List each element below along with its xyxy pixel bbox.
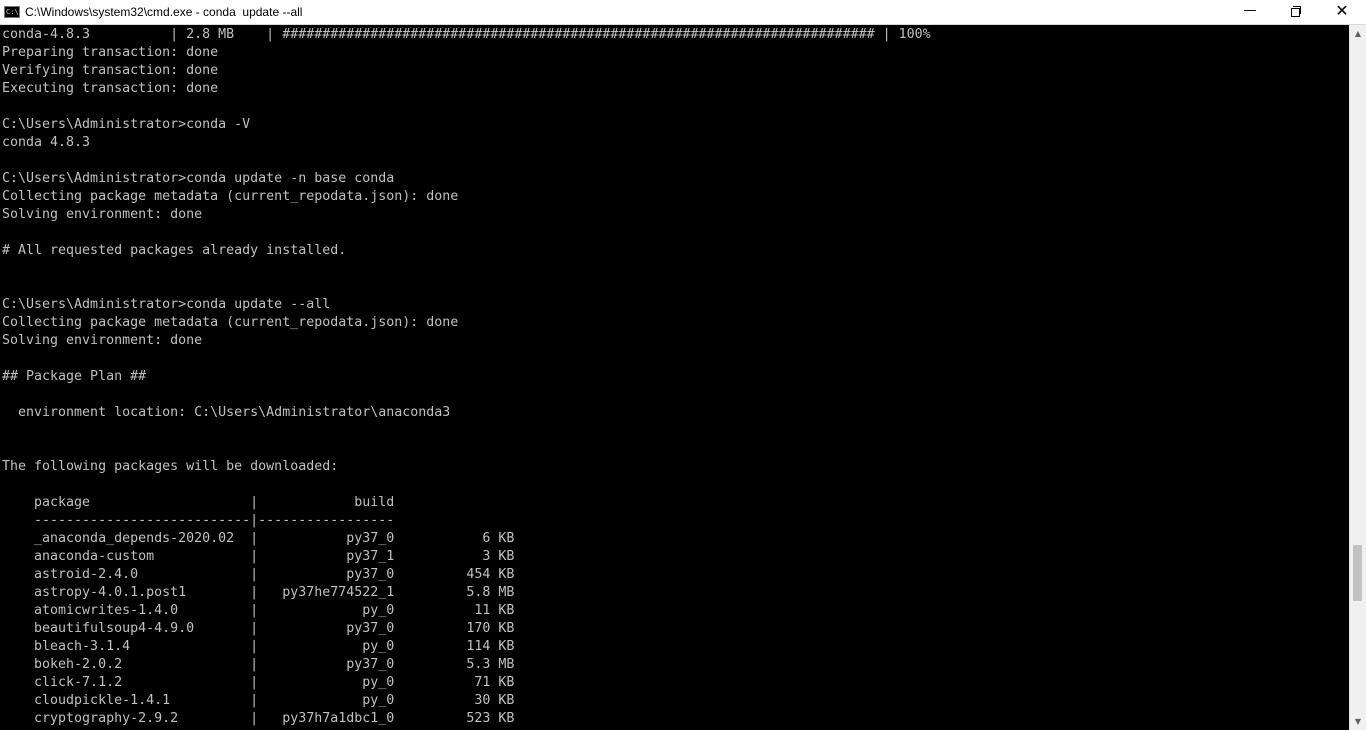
console-line: click-7.1.2 | py_0 71 KB <box>2 675 515 690</box>
console-line: _anaconda_depends-2020.02 | py37_0 6 KB <box>2 531 515 546</box>
scroll-up-icon[interactable]: ▲ <box>1350 25 1366 42</box>
console-line: bokeh-2.0.2 | py37_0 5.3 MB <box>2 657 515 672</box>
console-line: beautifulsoup4-4.9.0 | py37_0 170 KB <box>2 621 515 636</box>
minimize-button[interactable]: — <box>1227 0 1273 24</box>
console-line: C:\Users\Administrator>conda -V <box>2 117 251 132</box>
console-line: anaconda-custom | py37_1 3 KB <box>2 549 515 564</box>
console-line: C:\Users\Administrator>conda update -n b… <box>2 171 395 186</box>
console-line: Preparing transaction: done <box>2 45 219 60</box>
console-line: Solving environment: done <box>2 207 203 222</box>
console-line: Collecting package metadata (current_rep… <box>2 315 459 330</box>
console-line: conda 4.8.3 <box>2 135 91 150</box>
console-line: environment location: C:\Users\Administr… <box>2 405 451 420</box>
console-line: The following packages will be downloade… <box>2 459 339 474</box>
window-title: C:\Windows\system32\cmd.exe - conda upda… <box>25 5 303 19</box>
console-line: conda-4.8.3 | 2.8 MB | #################… <box>2 27 931 42</box>
console-line: # All requested packages already install… <box>2 243 347 258</box>
close-button[interactable]: ✕ <box>1319 0 1365 24</box>
console-line: ---------------------------|------------… <box>2 513 395 528</box>
scroll-thumb[interactable] <box>1353 545 1362 601</box>
console-text: conda-4.8.3 | 2.8 MB | #################… <box>2 25 1348 728</box>
console-line: Verifying transaction: done <box>2 63 219 78</box>
console-line: astroid-2.4.0 | py37_0 454 KB <box>2 567 515 582</box>
title-bar[interactable]: C:\ C:\Windows\system32\cmd.exe - conda … <box>0 0 1366 25</box>
console-line: cryptography-2.9.2 | py37h7a1dbc1_0 523 … <box>2 711 515 726</box>
console-line: Solving environment: done <box>2 333 203 348</box>
console-window: C:\ C:\Windows\system32\cmd.exe - conda … <box>0 0 1366 730</box>
console-line: Executing transaction: done <box>2 81 219 96</box>
console-line: package | build <box>2 495 395 510</box>
cmd-icon: C:\ <box>4 6 20 18</box>
console-line: astropy-4.0.1.post1 | py37he774522_1 5.8… <box>2 585 515 600</box>
console-line: ## Package Plan ## <box>2 369 147 384</box>
close-icon: ✕ <box>1335 1 1349 20</box>
vertical-scrollbar[interactable]: ▲ ▼ <box>1349 25 1366 730</box>
console-line: C:\Users\Administrator>conda update --al… <box>2 297 331 312</box>
console-line: Collecting package metadata (current_rep… <box>2 189 459 204</box>
console-output[interactable]: conda-4.8.3 | 2.8 MB | #################… <box>2 25 1348 730</box>
console-line: bleach-3.1.4 | py_0 114 KB <box>2 639 515 654</box>
scroll-down-icon[interactable]: ▼ <box>1350 713 1366 730</box>
console-line: cloudpickle-1.4.1 | py_0 30 KB <box>2 693 515 708</box>
restore-icon <box>1291 6 1301 17</box>
minimize-icon: — <box>1243 3 1257 18</box>
console-line: atomicwrites-1.4.0 | py_0 11 KB <box>2 603 515 618</box>
restore-button[interactable] <box>1273 0 1319 24</box>
